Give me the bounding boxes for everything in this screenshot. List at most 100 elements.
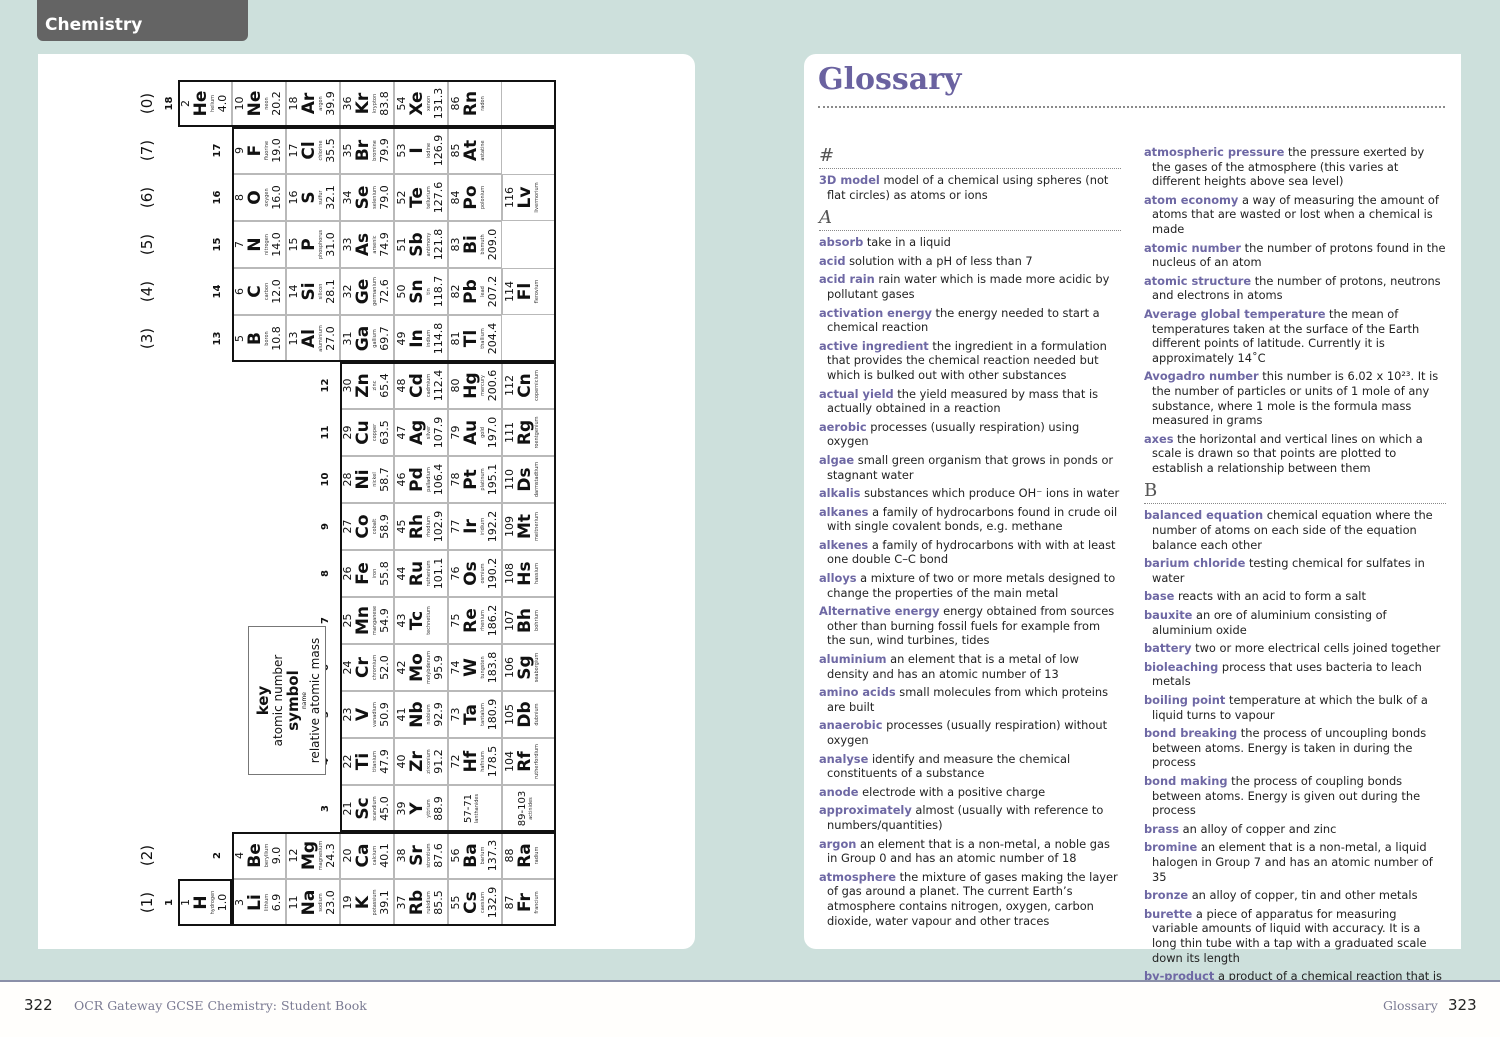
element-cell[interactable]: 53 Iiodine 126.9 [394,127,448,174]
element-cell[interactable]: 79 Au gold 197.0 [448,409,502,456]
element-cell[interactable]: 116 Lv livermorium [502,174,556,221]
element-cell[interactable]: 16 Ssulfur 32.1 [286,174,340,221]
element-cell[interactable]: 34 Se selenium 79.0 [340,174,394,221]
element-cell[interactable]: 12 Mg magnesium 24.3 [286,832,340,879]
relative-atomic-mass: 65.4 [378,373,391,398]
element-cell[interactable]: 56 Ba barium 137.3 [448,832,502,879]
relative-atomic-mass: 54.9 [378,608,391,633]
element-cell[interactable]: 36 Kr krypton 83.8 [340,80,394,127]
element-cell[interactable]: 46 Pd palladium 106.4 [394,456,448,503]
element-cell[interactable]: 48 Cd cadmium 112.4 [394,362,448,409]
relative-atomic-mass: 20.2 [270,91,283,116]
element-cell[interactable]: 20 Ca calcium 40.1 [340,832,394,879]
element-cell[interactable]: 88 Ra radium [502,832,556,879]
element-cell[interactable]: 52 Te tellurium 127.6 [394,174,448,221]
element-cell[interactable]: 30 Zn zinc 65.4 [340,362,394,409]
element-symbol: C [245,285,265,298]
element-cell[interactable]: 87 Fr francium [502,879,556,926]
glossary-entry: algae small green organism that grows in… [819,453,1121,482]
element-cell[interactable]: 43 Tc technetium [394,597,448,644]
element-cell[interactable]: 38 Sr strontium 87.6 [394,832,448,879]
element-cell[interactable]: 82 Pb lead 207.2 [448,268,502,315]
element-cell[interactable]: 51 Sb antimony 121.8 [394,221,448,268]
element-cell[interactable]: 15 Pphosphorus 31.0 [286,221,340,268]
element-cell[interactable]: 41 Nb niobium 92.9 [394,691,448,738]
element-cell[interactable]: 23 Vvanadium 50.9 [340,691,394,738]
element-cell[interactable]: 104 Rf rutherfordium [502,738,556,785]
element-cell[interactable]: 19 Kpotassium 39.1 [340,879,394,926]
element-cell[interactable]: 24 Cr chromium 52.0 [340,644,394,691]
element-cell[interactable]: 49 In indium 114.8 [394,315,448,362]
element-cell[interactable]: 9 Ffluorine 19.0 [232,127,286,174]
element-symbol: At [461,139,481,162]
element-cell[interactable]: 29 Cu copper 63.5 [340,409,394,456]
element-cell[interactable]: 39 Yyttrium 88.9 [394,785,448,832]
element-cell[interactable]: 44 Ru ruthenium 101.1 [394,550,448,597]
element-cell[interactable]: 105 Db dubnium [502,691,556,738]
element-cell[interactable]: 42 Mo molybdenum 95.9 [394,644,448,691]
element-cell[interactable]: 73 Ta tantalum 180.9 [448,691,502,738]
element-cell[interactable]: 8 Ooxygen 16.0 [232,174,286,221]
element-cell[interactable]: 81 Tl thallium 204.4 [448,315,502,362]
element-cell[interactable]: 74 Wtungsten 183.8 [448,644,502,691]
element-cell[interactable]: 40 Zr zirconium 91.2 [394,738,448,785]
element-cell[interactable]: 85 At astatine [448,127,502,174]
element-cell[interactable]: 32 Ge germanium 72.6 [340,268,394,315]
element-cell[interactable]: 21 Sc scandium 45.0 [340,785,394,832]
element-cell[interactable]: 37 Rb rubidium 85.5 [394,879,448,926]
element-cell[interactable]: 112 Cn copernicium [502,362,556,409]
element-cell[interactable]: 18 Ar argon 39.9 [286,80,340,127]
element-symbol: Ti [353,752,373,771]
element-cell[interactable]: 2 He helium 4.0 [178,80,232,127]
element-cell[interactable]: 4 Be beryllium 9.0 [232,832,286,879]
element-cell[interactable]: 28 Ni nickel 58.7 [340,456,394,503]
element-cell[interactable]: 35 Br bromine 79.9 [340,127,394,174]
element-cell[interactable]: 109 Mt meitnerium [502,503,556,550]
element-cell[interactable]: 26 Fe iron 55.8 [340,550,394,597]
element-cell[interactable]: 17 Cl chlorine 35.5 [286,127,340,174]
glossary-term: amino acids [819,685,896,700]
element-cell[interactable]: 83 Bi bismuth 209.0 [448,221,502,268]
element-cell[interactable]: 25 Mn manganese 54.9 [340,597,394,644]
element-cell[interactable]: 47 Ag silver 107.9 [394,409,448,456]
glossary-definition: reacts with an acid to form a salt [1177,589,1366,604]
element-cell[interactable]: 72 Hf hafnium 178.5 [448,738,502,785]
element-cell[interactable]: 7 Nnitrogen 14.0 [232,221,286,268]
element-cell[interactable]: 107 Bh bohrium [502,597,556,644]
element-cell[interactable]: 114 Fl flerovium [502,268,556,315]
element-cell[interactable]: 111 Rg roentgenium [502,409,556,456]
element-cell[interactable]: 31 Ga gallium 69.7 [340,315,394,362]
element-cell[interactable]: 110 Ds darmstadtium [502,456,556,503]
element-cell[interactable]: 27 Co cobalt 58.9 [340,503,394,550]
element-cell[interactable]: 11 Na sodium 23.0 [286,879,340,926]
element-cell[interactable]: 10 Ne neon 20.2 [232,80,286,127]
element-cell[interactable]: 14 Si silicon 28.1 [286,268,340,315]
glossary-term: absorb [819,235,864,250]
element-cell[interactable]: 86 Rn radon [448,80,502,127]
element-symbol: Lv [515,186,535,209]
element-cell[interactable]: 78 Pt platinum 195.1 [448,456,502,503]
element-cell[interactable]: 6 Ccarbon 12.0 [232,268,286,315]
element-cell[interactable]: 45 Rh rhodium 102.9 [394,503,448,550]
element-cell[interactable]: 84 Po polonium [448,174,502,221]
element-cell[interactable]: 54 Xe xenon 131.3 [394,80,448,127]
element-cell[interactable]: 75 Re rhenium 186.2 [448,597,502,644]
element-cell[interactable]: 22 Ti titanium 47.9 [340,738,394,785]
relative-atomic-mass: 69.7 [378,326,391,351]
element-cell[interactable]: 33 As arsenic 74.9 [340,221,394,268]
element-cell[interactable]: 3 Li lithium 6.9 [232,879,286,926]
element-cell[interactable]: 5 Bboron 10.8 [232,315,286,362]
element-cell[interactable]: 108 Hs hassium [502,550,556,597]
element-cell[interactable]: 80 Hg mercury 200.6 [448,362,502,409]
element-cell[interactable]: 50 Sn tin 118.7 [394,268,448,315]
element-symbol: Sg [515,655,535,680]
element-cell[interactable]: 76 Os osmium 190.2 [448,550,502,597]
element-cell[interactable]: 77 Ir iridium 192.2 [448,503,502,550]
element-cell[interactable]: 1 Hhydrogen 1.0 [178,879,232,926]
element-cell[interactable]: 55 Cs caesium 132.9 [448,879,502,926]
element-name: francium [534,891,540,914]
element-cell[interactable]: 13 Al aluminium 27.0 [286,315,340,362]
section-heading: # [819,146,1121,169]
element-cell[interactable]: 106 Sg seaborgium [502,644,556,691]
element-symbol: N [245,237,265,252]
